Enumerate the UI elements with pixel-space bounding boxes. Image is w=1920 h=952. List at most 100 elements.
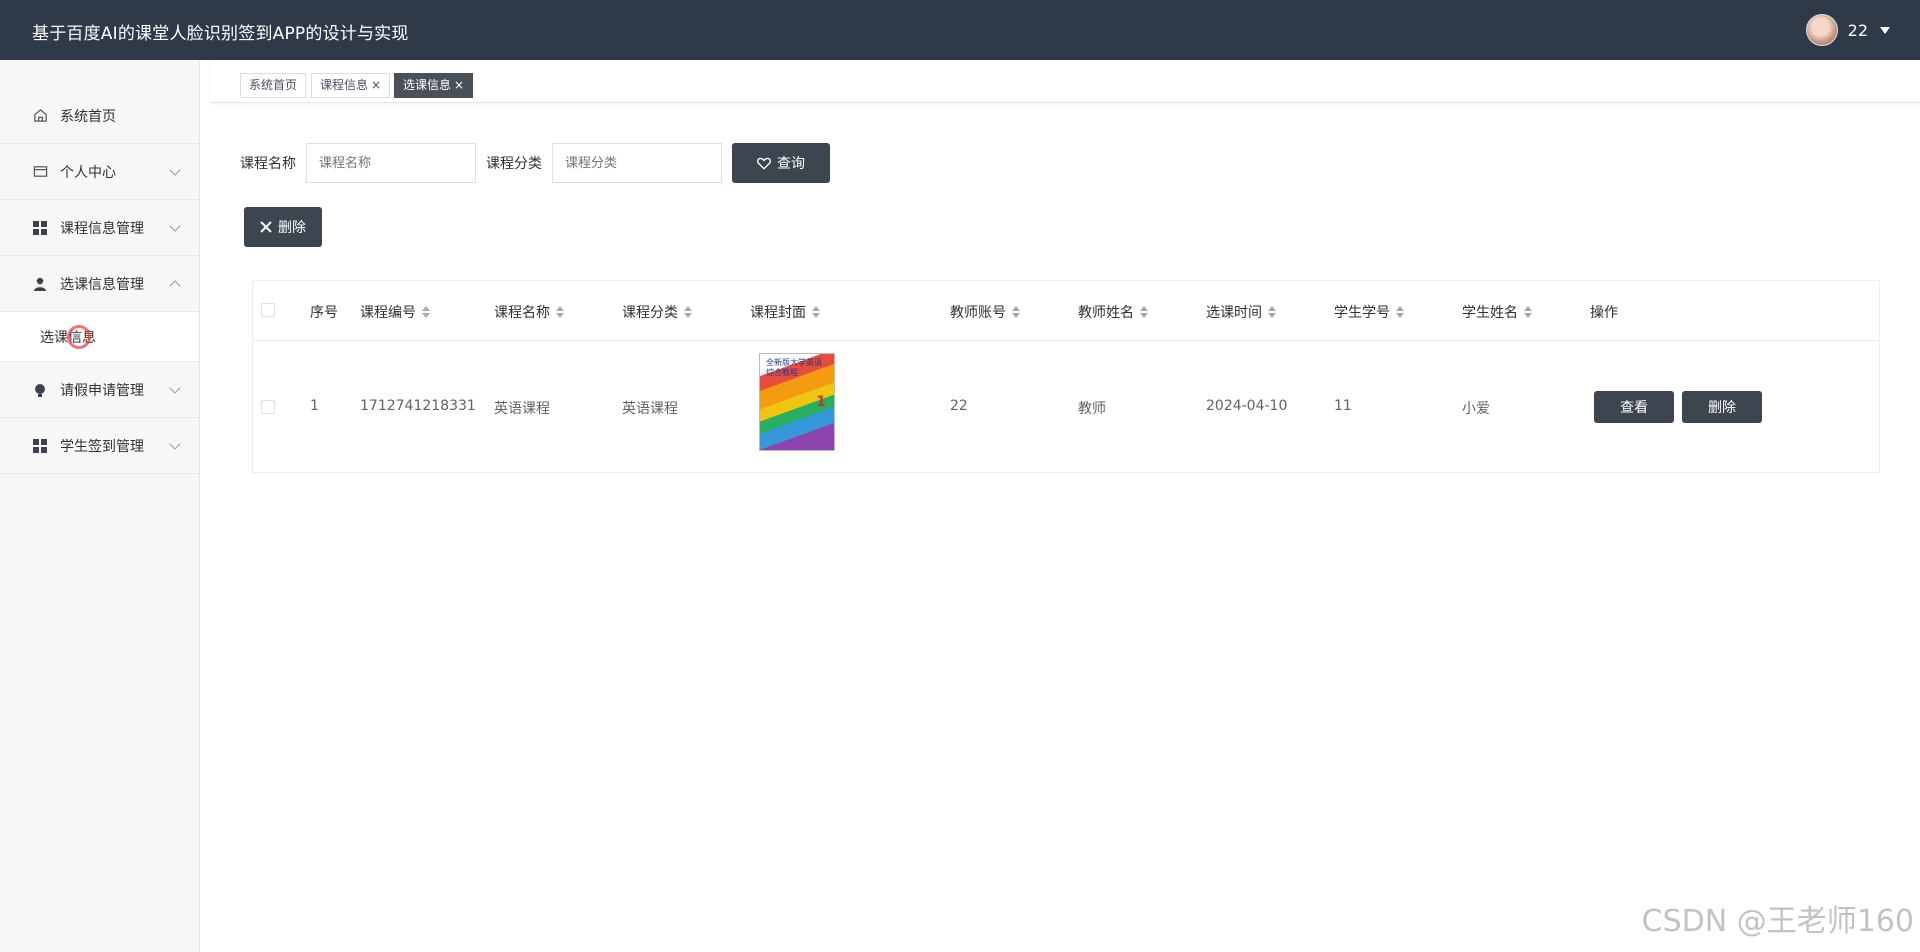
- cell-teacher-account: 22: [950, 398, 968, 414]
- click-indicator-icon: [67, 325, 91, 349]
- card-icon: [32, 164, 48, 180]
- tag-course-info[interactable]: 课程信息 ×: [311, 73, 391, 98]
- home-icon: [32, 108, 48, 124]
- watermark: CSDN @王老师160: [1641, 904, 1914, 939]
- close-icon[interactable]: ×: [371, 78, 381, 92]
- sidebar-item-home[interactable]: 系统首页: [0, 88, 199, 144]
- col-student-id-label: 学生学号: [1334, 305, 1390, 321]
- heart-icon: [757, 157, 771, 170]
- tag-course-selection[interactable]: 选课信息 ×: [394, 73, 474, 98]
- cell-student-name: 小爱: [1462, 401, 1490, 417]
- tag-label: 课程信息: [320, 78, 369, 92]
- tag-label: 选课信息: [403, 78, 452, 92]
- row-checkbox[interactable]: [261, 400, 275, 414]
- course-category-input[interactable]: [552, 143, 722, 183]
- delete-button[interactable]: 删除: [1682, 391, 1762, 423]
- sidebar-item-course-selection[interactable]: 选课信息管理: [0, 256, 199, 312]
- sort-icon[interactable]: [812, 306, 820, 318]
- caret-down-icon[interactable]: [1880, 26, 1890, 34]
- grid-icon: [32, 220, 48, 236]
- sort-icon[interactable]: [422, 306, 430, 318]
- course-selection-table: 序号 课程编号 课程名称 课程分类 课程封面 教师账号 教师姓名 选课时间 学生…: [252, 280, 1880, 473]
- col-course-name-label: 课程名称: [494, 305, 550, 321]
- col-teacher-account-label: 教师账号: [950, 305, 1006, 321]
- cell-course-name: 英语课程: [494, 401, 550, 417]
- sort-icon[interactable]: [1524, 306, 1532, 318]
- bulb-icon: [32, 382, 48, 398]
- col-course-cover[interactable]: 课程封面: [750, 302, 820, 322]
- user-name[interactable]: 22: [1848, 21, 1868, 40]
- sidebar-item-label: 选课信息管理: [60, 276, 144, 293]
- sort-icon[interactable]: [684, 306, 692, 318]
- batch-delete-button[interactable]: 删除: [244, 207, 322, 247]
- col-index: 序号: [310, 302, 338, 322]
- col-index-label: 序号: [310, 305, 338, 321]
- col-student-id[interactable]: 学生学号: [1334, 302, 1404, 322]
- close-icon: [260, 221, 272, 233]
- sidebar-item-label: 请假申请管理: [60, 382, 144, 399]
- sort-icon[interactable]: [1268, 306, 1276, 318]
- sort-icon[interactable]: [1012, 306, 1020, 318]
- course-cover-image[interactable]: 全新版大学英语 综合教程 1: [759, 353, 835, 451]
- col-select-time-label: 选课时间: [1206, 305, 1262, 321]
- user-icon: [32, 276, 48, 292]
- cell-select-time: 2024-04-10: [1206, 398, 1288, 414]
- tag-label: 系统首页: [249, 78, 298, 92]
- chevron-down-icon: [169, 382, 181, 394]
- avatar[interactable]: [1805, 14, 1838, 46]
- sort-icon[interactable]: [556, 306, 564, 318]
- sort-icon[interactable]: [1396, 306, 1404, 318]
- cell-course-category: 英语课程: [622, 401, 678, 417]
- query-button-label: 查询: [777, 155, 805, 171]
- cell-teacher-name: 教师: [1078, 401, 1106, 417]
- tags-bar: 系统首页 课程信息 × 选课信息 ×: [210, 60, 1920, 103]
- col-teacher-name[interactable]: 教师姓名: [1078, 302, 1148, 322]
- sidebar-menu: 系统首页 个人中心 课程信息管理 选课信息管理 选课信息 请假申请管理 学生签到…: [0, 60, 199, 474]
- cell-course-id: 1712741218331: [360, 398, 476, 414]
- sidebar-item-label: 系统首页: [60, 108, 116, 125]
- chevron-down-icon: [169, 438, 181, 450]
- col-course-category[interactable]: 课程分类: [622, 302, 692, 322]
- course-name-label: 课程名称: [240, 156, 296, 172]
- chevron-down-icon: [169, 220, 181, 232]
- col-teacher-account[interactable]: 教师账号: [950, 302, 1020, 322]
- sidebar-subitem-course-selection-info[interactable]: 选课信息: [0, 312, 199, 362]
- batch-delete-label: 删除: [278, 219, 306, 235]
- course-category-label: 课程分类: [486, 156, 542, 172]
- cell-student-id: 11: [1334, 398, 1352, 414]
- query-button[interactable]: 查询: [732, 143, 830, 183]
- sidebar: 系统首页 个人中心 课程信息管理 选课信息管理 选课信息 请假申请管理 学生签到…: [0, 60, 200, 952]
- select-all-checkbox[interactable]: [261, 303, 275, 317]
- col-course-cover-label: 课程封面: [750, 305, 806, 321]
- col-student-name-label: 学生姓名: [1462, 305, 1518, 321]
- col-course-id[interactable]: 课程编号: [360, 302, 430, 322]
- sidebar-item-label: 个人中心: [60, 164, 116, 181]
- sidebar-item-signin[interactable]: 学生签到管理: [0, 418, 199, 474]
- close-icon[interactable]: ×: [454, 78, 464, 92]
- col-actions-label: 操作: [1590, 305, 1618, 321]
- sidebar-item-course-info[interactable]: 课程信息管理: [0, 200, 199, 256]
- top-header: 基于百度AI的课堂人脸识别签到APP的设计与实现 22: [0, 0, 1920, 60]
- sort-icon[interactable]: [1140, 306, 1148, 318]
- col-actions: 操作: [1590, 302, 1618, 322]
- sidebar-item-personal[interactable]: 个人中心: [0, 144, 199, 200]
- course-name-input[interactable]: [306, 143, 476, 183]
- sidebar-item-label: 课程信息管理: [60, 220, 144, 237]
- col-course-category-label: 课程分类: [622, 305, 678, 321]
- col-student-name[interactable]: 学生姓名: [1462, 302, 1532, 322]
- chevron-down-icon: [169, 164, 181, 176]
- cover-number: 1: [816, 394, 826, 410]
- col-course-name[interactable]: 课程名称: [494, 302, 564, 322]
- grid-icon: [32, 438, 48, 454]
- tag-home[interactable]: 系统首页: [240, 73, 307, 98]
- col-select-time[interactable]: 选课时间: [1206, 302, 1276, 322]
- view-button[interactable]: 查看: [1594, 391, 1674, 423]
- cover-title: 全新版大学英语 综合教程: [766, 358, 822, 377]
- sidebar-item-leave[interactable]: 请假申请管理: [0, 362, 199, 418]
- chevron-up-icon: [169, 280, 181, 292]
- col-teacher-name-label: 教师姓名: [1078, 305, 1134, 321]
- cell-index: 1: [310, 398, 319, 414]
- app-title: 基于百度AI的课堂人脸识别签到APP的设计与实现: [32, 24, 409, 44]
- table-header: 序号 课程编号 课程名称 课程分类 课程封面 教师账号 教师姓名 选课时间 学生…: [253, 281, 1879, 341]
- user-menu[interactable]: 22: [1805, 14, 1890, 46]
